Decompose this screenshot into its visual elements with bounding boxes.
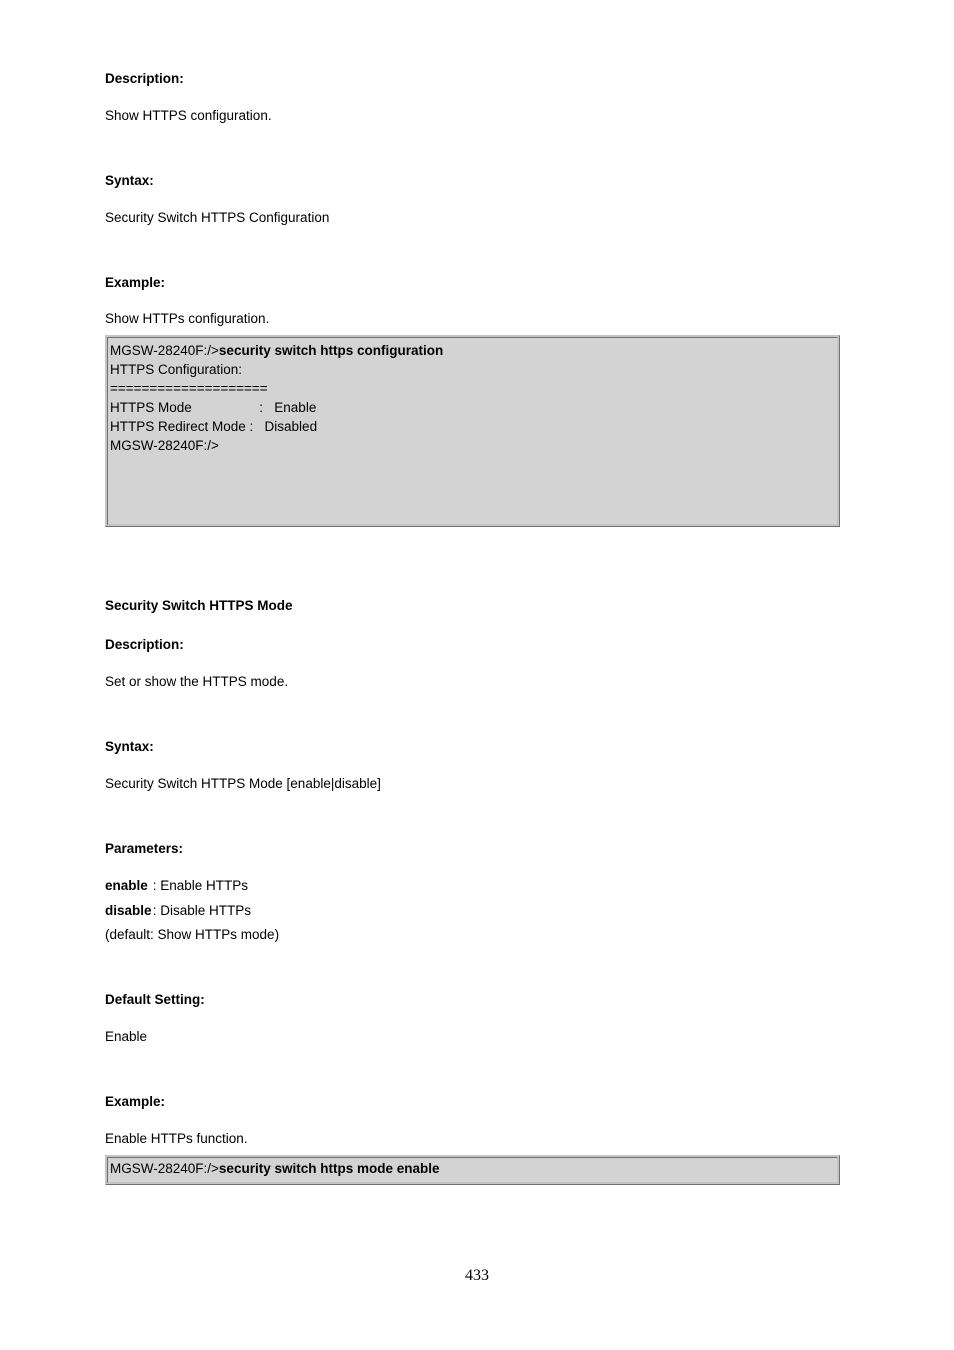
command-title: Security Switch HTTPS Mode (105, 597, 845, 616)
terminal-prompt-2: MGSW-28240F:/> (110, 1161, 219, 1176)
terminal-output-1: MGSW-28240F:/>security switch https conf… (105, 335, 840, 527)
heading-description-1: Description: (105, 70, 845, 89)
syntax-2: Security Switch HTTPS Mode [enable|disab… (105, 775, 845, 794)
terminal-line-1: HTTPS Configuration: (110, 361, 835, 380)
page-content: Description: Show HTTPS configuration. S… (105, 70, 845, 1185)
terminal-output-2: MGSW-28240F:/>security switch https mode… (105, 1155, 840, 1185)
terminal-cmd-1: security switch https configuration (219, 343, 443, 358)
heading-description-2: Description: (105, 636, 845, 655)
param-disable-val: : Disable HTTPs (153, 903, 251, 918)
terminal-line-5: MGSW-28240F:/> (110, 437, 835, 456)
example-intro-2: Enable HTTPs function. (105, 1130, 845, 1149)
page-number: 433 (0, 1265, 954, 1287)
syntax-1: Security Switch HTTPS Configuration (105, 209, 845, 228)
heading-example-1: Example: (105, 274, 845, 293)
param-enable-val: : Enable HTTPs (153, 878, 248, 893)
example-intro-1: Show HTTPs configuration. (105, 310, 845, 329)
param-disable-key: disable (105, 902, 149, 921)
param-enable-row: enable : Enable HTTPs (105, 877, 845, 896)
terminal-line-4: HTTPS Redirect Mode : Disabled (110, 418, 835, 437)
param-enable-key: enable (105, 877, 149, 896)
heading-syntax-1: Syntax: (105, 172, 845, 191)
terminal-line-3: HTTPS Mode : Enable (110, 399, 835, 418)
terminal-cmd-2: security switch https mode enable (219, 1161, 440, 1176)
param-default-note: (default: Show HTTPs mode) (105, 926, 845, 945)
desc-2: Set or show the HTTPS mode. (105, 673, 845, 692)
heading-default-setting: Default Setting: (105, 991, 845, 1010)
heading-parameters: Parameters: (105, 840, 845, 859)
default-value: Enable (105, 1028, 845, 1047)
heading-example-2: Example: (105, 1093, 845, 1112)
desc-1: Show HTTPS configuration. (105, 107, 845, 126)
heading-syntax-2: Syntax: (105, 738, 845, 757)
terminal-prompt-1: MGSW-28240F:/> (110, 343, 219, 358)
terminal-line-2: ==================== (110, 380, 835, 399)
param-disable-row: disable : Disable HTTPs (105, 902, 845, 921)
